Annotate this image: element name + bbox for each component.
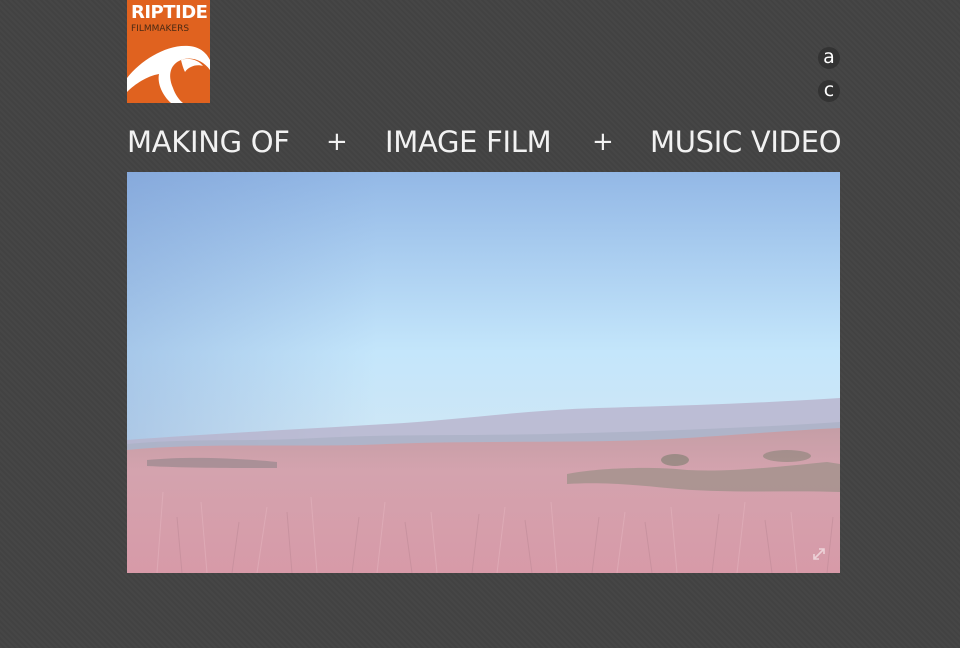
landscape-image — [127, 172, 840, 573]
logo-title: RIPTIDE — [131, 2, 208, 23]
nav-separator: + — [326, 127, 348, 157]
video-frame[interactable] — [127, 172, 840, 573]
expand-icon[interactable] — [812, 547, 826, 561]
riptide-logo[interactable]: RIPTIDE FILMMAKERS — [127, 0, 210, 103]
wave-icon — [127, 45, 210, 103]
language-a-button[interactable]: a — [818, 47, 840, 69]
nav-separator: + — [592, 127, 614, 157]
page: RIPTIDE FILMMAKERS a c MAKING OF + IMAGE… — [0, 0, 960, 648]
nav-music-video[interactable]: MUSIC VIDEO — [650, 120, 842, 164]
nav-making-of[interactable]: MAKING OF — [127, 120, 290, 164]
nav-image-film[interactable]: IMAGE FILM — [385, 120, 552, 164]
main-nav: MAKING OF + IMAGE FILM + MUSIC VIDEO — [127, 120, 842, 164]
language-c-button[interactable]: c — [818, 80, 840, 102]
